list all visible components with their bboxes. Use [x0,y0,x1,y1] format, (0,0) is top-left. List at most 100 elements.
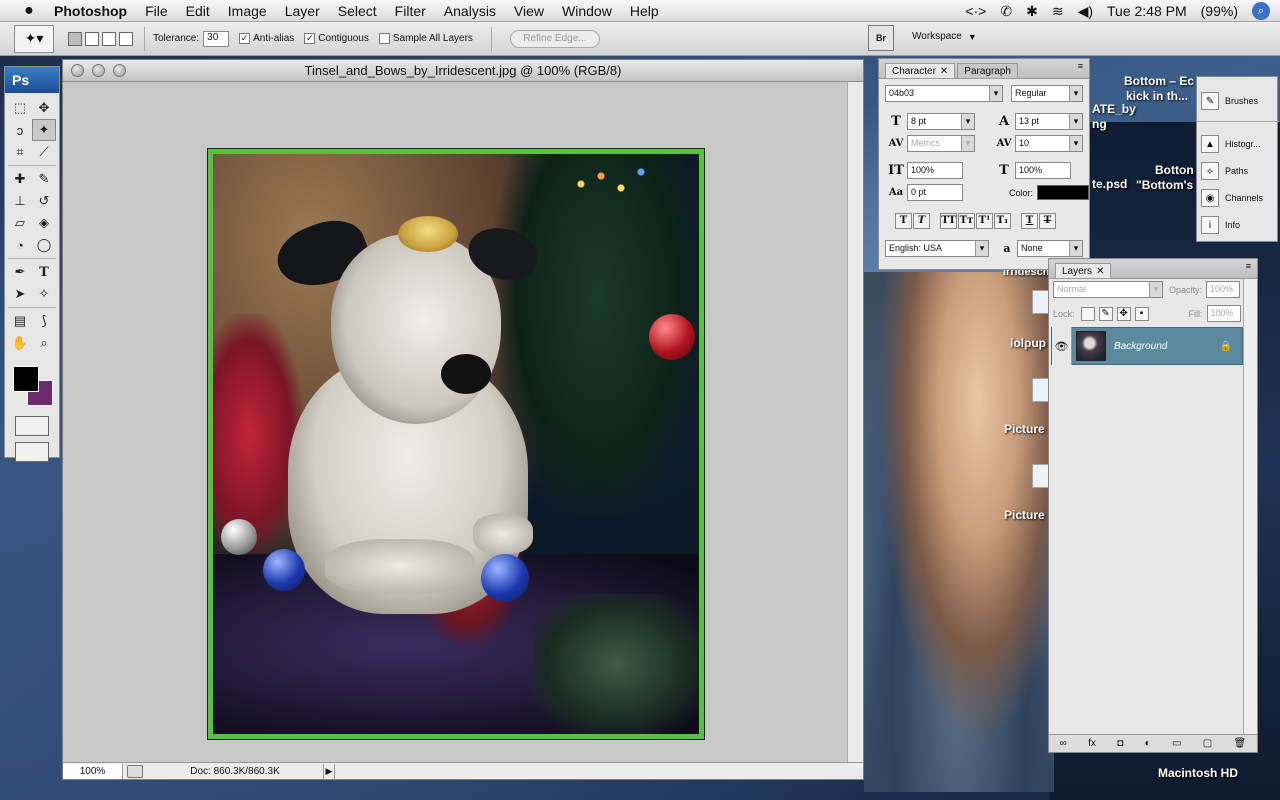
leading-field[interactable]: 13 pt [1015,113,1083,130]
minimize-button[interactable] [92,64,105,77]
document-title-bar[interactable]: Tinsel_and_Bows_by_Irridescent.jpg @ 100… [63,60,863,82]
pen-tool-icon[interactable]: ✒ [8,261,32,283]
new-group-icon[interactable]: ▭ [1172,738,1181,749]
blur-tool-icon[interactable]: ◔ [8,234,32,256]
superscript-button[interactable]: T¹ [976,213,993,229]
notes-tool-icon[interactable]: ▤ [8,310,32,332]
layer-name[interactable]: Background [1114,341,1220,352]
eye-icon[interactable]: 👁 [1052,327,1072,365]
workspace-menu[interactable]: Workspace ▼ [912,31,977,42]
lock-all-icon[interactable]: ▪ [1134,306,1149,321]
eyedropper-tool-icon[interactable]: ⟆ [32,310,56,332]
dock-item-histogram[interactable]: ▲ Histogr... [1197,132,1279,156]
blend-mode-dropdown[interactable]: Normal [1053,281,1163,298]
desktop-file-label[interactable]: ATE_by [1092,102,1136,116]
text-color-swatch[interactable] [1037,185,1090,200]
strikethrough-button[interactable]: T [1039,213,1056,229]
layer-mask-icon[interactable]: ◘ [1117,738,1123,749]
small-caps-button[interactable]: Tт [958,213,975,229]
paint-bucket-tool-icon[interactable]: ◈ [32,212,56,234]
desktop-file-label[interactable]: Bottom – Ec [1124,74,1194,88]
bridge-button[interactable]: Br [868,25,894,51]
desktop-file-label[interactable]: Picture [1004,422,1045,436]
contiguous-checkbox[interactable]: ✓ Contiguous [304,33,369,44]
artwork-image[interactable] [213,154,699,734]
image-frame[interactable] [207,148,705,740]
lock-position-icon[interactable]: ✥ [1116,306,1131,321]
close-icon[interactable]: ✕ [1096,266,1104,277]
marquee-tool-icon[interactable]: ⬚ [8,97,32,119]
magic-wand-preset-icon[interactable]: ✦▾ [14,24,54,53]
menu-filter[interactable]: Filter [395,3,426,19]
desktop-file-label[interactable]: Picture [1004,508,1045,522]
faux-italic-button[interactable]: T [913,213,930,229]
fill-field[interactable]: 100% [1206,305,1241,322]
tolerance-input[interactable]: 30 [203,30,230,47]
desktop-file-label[interactable]: ng [1092,117,1107,131]
healing-brush-tool-icon[interactable]: ✚ [8,168,32,190]
preview-icon[interactable] [127,764,143,778]
status-menu-arrow-icon[interactable]: ▶ [323,763,335,779]
move-tool-icon[interactable]: ✥ [32,97,56,119]
screen-mode-button[interactable] [15,442,49,462]
clone-stamp-tool-icon[interactable]: ⊥ [8,190,32,212]
horizontal-scale-field[interactable]: 100% [1015,162,1071,179]
vertical-scrollbar[interactable] [847,82,863,764]
type-tool-icon[interactable]: T [32,261,56,283]
history-brush-tool-icon[interactable]: ↺ [32,190,56,212]
slice-tool-icon[interactable]: ⟋ [32,141,56,163]
canvas-area[interactable] [63,82,849,764]
photoshop-logo[interactable]: Ps [5,67,59,93]
adjustment-layer-icon[interactable]: ◐ [1145,738,1151,749]
magic-wand-tool-icon[interactable]: ✦ [32,119,56,141]
app-name-menu[interactable]: Photoshop [54,3,127,19]
layer-style-icon[interactable]: fx [1088,738,1096,749]
layers-scrollbar[interactable] [1243,279,1257,735]
menu-image[interactable]: Image [228,3,267,19]
panel-menu-icon[interactable]: ≡ [1246,261,1251,271]
subscript-button[interactable]: T₁ [994,213,1011,229]
new-layer-icon[interactable]: ▢ [1203,738,1212,749]
menu-layer[interactable]: Layer [285,3,320,19]
hard-drive-label[interactable]: Macintosh HD [1158,766,1238,780]
desktop-file-label[interactable]: te.psd [1092,177,1127,191]
phone-icon[interactable]: ✆ [1000,3,1012,20]
add-selection-icon[interactable] [85,31,99,46]
language-dropdown[interactable]: English: USA [885,240,989,257]
lock-pixels-icon[interactable]: ✎ [1098,306,1113,321]
battery-status[interactable]: (99%) [1201,3,1238,19]
font-size-field[interactable]: 8 pt [907,113,975,130]
sample-all-layers-checkbox[interactable]: Sample All Layers [378,33,473,44]
font-family-dropdown[interactable]: 04b03 [885,85,1003,102]
font-style-dropdown[interactable]: Regular [1011,85,1083,102]
menu-help[interactable]: Help [630,3,659,19]
subtract-selection-icon[interactable] [102,31,116,46]
underline-button[interactable]: T [1021,213,1038,229]
menu-select[interactable]: Select [338,3,377,19]
panel-menu-icon[interactable]: ≡ [1078,61,1083,71]
clock[interactable]: Tue 2:48 PM [1107,3,1187,19]
zoom-button[interactable] [113,64,126,77]
tracking-field[interactable]: 10 [1015,135,1083,152]
anti-alias-checkbox[interactable]: ✓ Anti-alias [239,33,294,44]
kerning-field[interactable]: Metrics [907,135,975,152]
intersect-selection-icon[interactable] [119,31,133,46]
quick-mask-button[interactable] [15,416,49,436]
menu-analysis[interactable]: Analysis [444,3,496,19]
tab-character[interactable]: Character ✕ [885,63,956,78]
bluetooth-icon[interactable]: ✱ [1026,3,1038,20]
custom-shape-tool-icon[interactable]: ✧ [32,283,56,305]
menu-window[interactable]: Window [562,3,612,19]
zoom-tool-icon[interactable]: ⌕ [32,332,56,354]
layer-thumbnail[interactable] [1076,331,1106,361]
spotlight-icon[interactable]: ⌕ [1252,2,1270,20]
layer-row[interactable]: 👁 Background 🔒 [1051,327,1243,365]
link-layers-icon[interactable]: ∞ [1060,738,1067,749]
volume-icon[interactable]: ◀) [1078,3,1093,20]
dock-item-brushes[interactable]: ✎ Brushes [1197,89,1279,113]
desktop-file-label[interactable]: kick in th... [1126,89,1188,103]
baseline-shift-field[interactable]: 0 pt [907,184,963,201]
apple-icon[interactable]: ● [20,2,38,20]
lasso-tool-icon[interactable]: ↄ [8,119,32,141]
menu-file[interactable]: File [145,3,168,19]
